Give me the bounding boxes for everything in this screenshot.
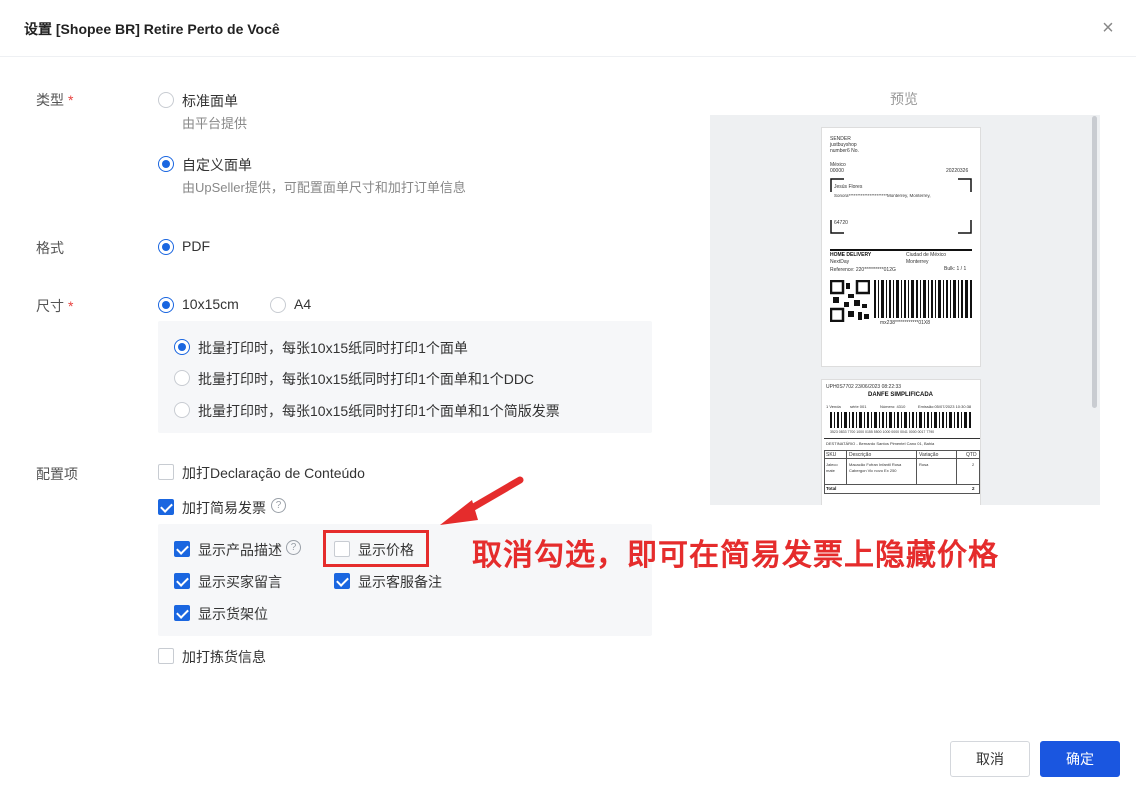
batch-3-text: 批量打印时，每张10x15纸同时打印1个面单和1个简版发票 — [198, 403, 560, 419]
show-service-note-text: 显示客服备注 — [358, 574, 442, 590]
format-label: 格式 — [36, 240, 64, 256]
invoice-page: UPH0S7702 23/06/2023 08:22:33 DANFE SIMP… — [821, 379, 981, 505]
tracking-barcode-icon — [874, 280, 972, 318]
radio-custom-label[interactable] — [158, 156, 174, 172]
shipping-label-page: SENDER justbuyshop number6 No. México 00… — [821, 127, 981, 367]
reference-text: Reference: 220**********012G — [830, 267, 896, 273]
standard-label-text: 标准面单 — [182, 93, 238, 109]
recipient-zip: 64720 — [834, 220, 848, 226]
sender-number: number6 No. — [830, 148, 859, 154]
checkbox-picking-info[interactable] — [158, 648, 174, 664]
sender-zip: 00000 — [830, 168, 844, 174]
custom-label-text: 自定义面单 — [182, 157, 252, 173]
invoice-col-qty: QTD — [966, 452, 977, 458]
radio-standard-label[interactable] — [158, 92, 174, 108]
preview-title: 预览 — [890, 91, 918, 107]
pdf-text: PDF — [182, 238, 210, 254]
checkbox-show-buyer-note[interactable] — [174, 573, 190, 589]
invoice-row-sku: Jaleco mate — [826, 462, 838, 473]
invoice-destination: DESTINATÁRIO - Bernardo Santos Pimentel … — [826, 441, 935, 446]
invoice-row-rule — [824, 484, 980, 485]
invoice-title: DANFE SIMPLIFICADA — [868, 392, 933, 398]
checkbox-show-service-note[interactable] — [334, 573, 350, 589]
radio-batch-3[interactable] — [174, 402, 190, 418]
tracking-number: mx238************01X8 — [880, 320, 931, 326]
standard-label-desc: 由平台提供 — [182, 116, 248, 131]
invoice-info-3: Número: 4310 — [880, 404, 906, 409]
custom-label-desc: 由UpSeller提供，可配置面单尺寸和加打订单信息 — [182, 180, 466, 195]
preview-scrollbar[interactable] — [1092, 116, 1097, 408]
cancel-button[interactable]: 取消 — [950, 741, 1030, 777]
size-label: 尺寸 * — [36, 298, 74, 314]
header-divider — [0, 56, 1136, 57]
config-label: 配置项 — [36, 466, 78, 482]
radio-batch-2[interactable] — [174, 370, 190, 386]
label-rule — [830, 249, 972, 251]
show-buyer-note-text: 显示买家留言 — [198, 574, 282, 590]
qr-code-icon — [830, 280, 870, 322]
invoice-col-rule — [956, 450, 957, 484]
invoice-row-rule — [824, 458, 980, 459]
annotation-text: 取消勾选，即可在简易发票上隐藏价格 — [472, 539, 999, 572]
recipient-name: Jesús Flores — [834, 184, 863, 190]
checkbox-simple-invoice[interactable] — [158, 499, 174, 515]
show-shelf-text: 显示货架位 — [198, 606, 268, 622]
invoice-col-desc: Descrição — [849, 452, 872, 458]
label-date: 20220326 — [946, 168, 969, 174]
batch-1-text: 批量打印时，每张10x15纸同时打印1个面单 — [198, 340, 468, 356]
invoice-col-var: Variação — [919, 452, 939, 458]
invoice-row-desc: Macacão Fofran Infantil Rosa Cabergon Vi… — [849, 462, 902, 473]
radio-batch-1[interactable] — [174, 339, 190, 355]
invoice-total-value: 2 — [972, 486, 975, 491]
invoice-info-4: Emissão:05/07/2023 10:30:38 — [918, 404, 972, 409]
invoice-col-rule — [846, 450, 847, 484]
invoice-header: UPH0S7702 23/06/2023 08:22:33 — [826, 384, 902, 390]
help-icon[interactable]: ? — [271, 498, 286, 513]
checkbox-show-desc[interactable] — [174, 541, 190, 557]
checkbox-show-shelf[interactable] — [174, 605, 190, 621]
radio-pdf[interactable] — [158, 239, 174, 255]
picking-info-text: 加打拣货信息 — [182, 649, 266, 665]
simple-invoice-text: 加打简易发票 — [182, 500, 266, 516]
type-label: 类型 * — [36, 92, 74, 108]
dest-city: Monterrey — [906, 259, 929, 265]
price-highlight-frame — [323, 530, 429, 567]
invoice-col-sku: SKU — [826, 452, 837, 458]
carrier-name: NextDay — [830, 259, 850, 265]
invoice-barcode-number: 3523 0833 7700 1000 0155 5500 1000 0000 … — [830, 430, 935, 434]
batch-2-text: 批量打印时，每张10x15纸同时打印1个面单和1个DDC — [198, 371, 535, 387]
invoice-info-1: 1 Venda — [826, 404, 841, 409]
preview-pane: SENDER justbuyshop number6 No. México 00… — [710, 115, 1100, 505]
help-icon[interactable]: ? — [286, 540, 301, 555]
recipient-address: Sonora**********************Monterrey, M… — [834, 193, 931, 198]
invoice-row-qty: 2 — [972, 462, 975, 467]
radio-a4[interactable] — [270, 297, 286, 313]
invoice-col-rule — [916, 450, 917, 484]
invoice-info-2: série 001 — [850, 404, 867, 409]
size-10x15-text: 10x15cm — [182, 296, 239, 312]
declaracao-text: 加打Declaração de Conteúdo — [182, 465, 365, 481]
service-type: HOME DELIVERY — [830, 252, 872, 258]
confirm-button[interactable]: 确定 — [1040, 741, 1120, 777]
invoice-rule — [824, 438, 980, 439]
dialog-title: 设置 [Shopee BR] Retire Perto de Você — [24, 21, 280, 37]
checkbox-declaracao[interactable] — [158, 464, 174, 480]
close-icon[interactable]: × — [1098, 18, 1118, 38]
radio-10x15[interactable] — [158, 297, 174, 313]
size-a4-text: A4 — [294, 296, 312, 312]
service-city: Ciudad de México — [906, 252, 947, 258]
invoice-row-var: Rosa — [919, 462, 929, 467]
invoice-total-label: Total — [826, 486, 837, 491]
invoice-barcode-icon — [830, 412, 971, 428]
bulk-text: Bulk: 1 / 1 — [944, 266, 967, 272]
show-desc-text: 显示产品描述 — [198, 542, 282, 558]
